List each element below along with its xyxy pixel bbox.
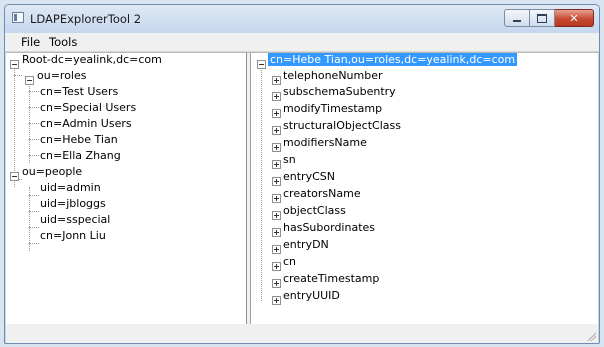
attribute-node[interactable]: subschemaSubentry xyxy=(283,84,396,100)
expand-toggle-icon[interactable] xyxy=(272,109,281,118)
attribute-node[interactable]: modifyTimestamp xyxy=(283,101,382,117)
tree-line xyxy=(29,155,39,156)
tree-node-person[interactable]: uid=sspecial xyxy=(40,212,110,228)
maximize-icon xyxy=(537,13,547,23)
attribute-node[interactable]: entryUUID xyxy=(283,288,340,304)
attribute-node[interactable]: creatorsName xyxy=(283,186,361,202)
expand-toggle-icon[interactable] xyxy=(272,126,281,135)
tree-node-person[interactable]: cn=Jonn Liu xyxy=(40,228,106,244)
tree-node-root[interactable]: Root-dc=yealink,dc=com xyxy=(22,53,162,68)
collapse-toggle-icon[interactable] xyxy=(10,172,19,181)
expand-toggle-icon[interactable] xyxy=(272,177,281,186)
menu-file[interactable]: File xyxy=(21,35,40,49)
expand-toggle-icon[interactable] xyxy=(272,296,281,305)
tree-node-person[interactable]: uid=jbloggs xyxy=(40,196,106,212)
collapse-toggle-icon[interactable] xyxy=(25,76,34,85)
attribute-node[interactable]: telephoneNumber xyxy=(283,68,383,84)
tree-line xyxy=(29,139,39,140)
menu-tools[interactable]: Tools xyxy=(49,35,77,49)
attribute-node[interactable]: entryDN xyxy=(283,237,329,253)
tree-line xyxy=(29,211,39,212)
tree-line xyxy=(29,187,30,251)
title-bar[interactable]: LDAPExplorerTool 2 ✕ xyxy=(5,5,599,33)
collapse-toggle-icon[interactable] xyxy=(10,60,19,69)
expand-toggle-icon[interactable] xyxy=(272,262,281,271)
window-title: LDAPExplorerTool 2 xyxy=(30,12,142,26)
tree-line xyxy=(29,107,39,108)
expand-toggle-icon[interactable] xyxy=(272,228,281,237)
attribute-tree-pane[interactable]: cn=Hebe Tian,ou=roles,dc=yealink,dc=com … xyxy=(251,53,598,324)
tree-line xyxy=(29,227,39,228)
tree-line xyxy=(29,91,39,92)
attribute-node[interactable]: entryCSN xyxy=(283,169,335,185)
minimize-icon xyxy=(513,20,521,22)
app-window: LDAPExplorerTool 2 ✕ File Tools Root-dc= xyxy=(4,4,600,344)
tree-node-selected-entry[interactable]: cn=Hebe Tian,ou=roles,dc=yealink,dc=com xyxy=(268,53,518,68)
expand-toggle-icon[interactable] xyxy=(272,76,281,85)
tree-line xyxy=(29,243,39,244)
directory-tree-pane[interactable]: Root-dc=yealink,dc=com ou=roles cn=Test … xyxy=(6,53,247,324)
tree-node-person[interactable]: uid=admin xyxy=(40,180,101,196)
close-icon: ✕ xyxy=(569,11,579,25)
attribute-node[interactable]: createTimestamp xyxy=(283,271,379,287)
tree-line xyxy=(14,75,22,76)
menu-bar: File Tools xyxy=(5,33,599,52)
selected-entry-label: cn=Hebe Tian,ou=roles,dc=yealink,dc=com xyxy=(268,53,518,66)
attribute-node[interactable]: modifiersName xyxy=(283,135,367,151)
expand-toggle-icon[interactable] xyxy=(272,279,281,288)
close-button[interactable]: ✕ xyxy=(555,9,594,27)
minimize-button[interactable] xyxy=(504,9,530,27)
attribute-node[interactable]: cn xyxy=(283,254,296,270)
attribute-node[interactable]: structuralObjectClass xyxy=(283,118,401,134)
attribute-node[interactable]: hasSubordinates xyxy=(283,220,375,236)
attribute-node[interactable]: objectClass xyxy=(283,203,346,219)
tree-node-role[interactable]: cn=Hebe Tian xyxy=(40,132,118,148)
collapse-toggle-icon[interactable] xyxy=(257,60,266,69)
expand-toggle-icon[interactable] xyxy=(272,160,281,169)
tree-node-ou-people[interactable]: ou=people xyxy=(22,164,82,180)
tree-node-ou-roles[interactable]: ou=roles xyxy=(37,68,86,84)
status-bar xyxy=(6,324,598,343)
attribute-node[interactable]: sn xyxy=(283,152,296,168)
tree-line xyxy=(261,67,262,301)
resize-grip-icon[interactable] xyxy=(586,331,596,341)
expand-toggle-icon[interactable] xyxy=(272,143,281,152)
tree-line xyxy=(14,67,15,187)
maximize-button[interactable] xyxy=(530,9,555,27)
tree-node-role[interactable]: cn=Test Users xyxy=(40,84,118,100)
expand-toggle-icon[interactable] xyxy=(272,92,281,101)
app-icon xyxy=(12,12,24,23)
tree-line xyxy=(29,123,39,124)
expand-toggle-icon[interactable] xyxy=(272,211,281,220)
tree-node-role[interactable]: cn=Ella Zhang xyxy=(40,148,121,164)
tree-line xyxy=(29,195,39,196)
tree-node-role[interactable]: cn=Special Users xyxy=(40,100,136,116)
main-content: Root-dc=yealink,dc=com ou=roles cn=Test … xyxy=(6,52,598,325)
expand-toggle-icon[interactable] xyxy=(272,194,281,203)
expand-toggle-icon[interactable] xyxy=(272,245,281,254)
tree-node-role[interactable]: cn=Admin Users xyxy=(40,116,132,132)
